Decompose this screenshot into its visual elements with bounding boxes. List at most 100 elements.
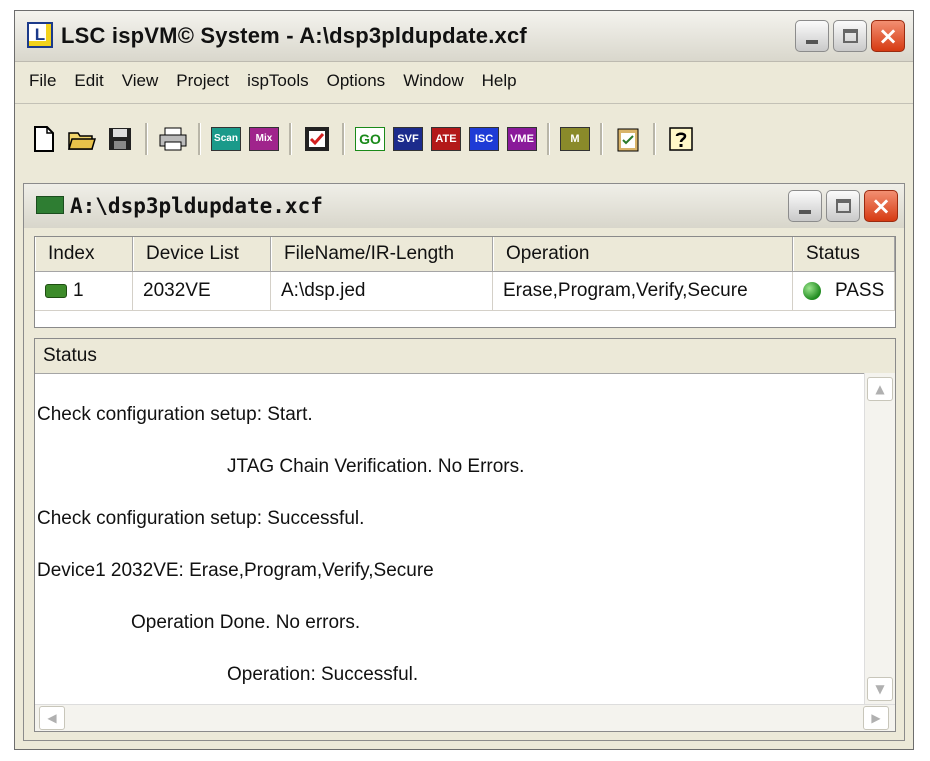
cell-status: PASS — [793, 272, 895, 310]
vertical-scrollbar[interactable]: ▲ ▼ — [864, 373, 895, 705]
project-window-title-bar[interactable]: A:\dsp3pldupdate.xcf × — [24, 184, 904, 228]
column-header-status[interactable]: Status — [793, 237, 895, 271]
clipboard-button[interactable] — [611, 122, 645, 156]
scan-icon: Scan — [211, 127, 241, 151]
scroll-down-icon[interactable]: ▼ — [867, 677, 893, 701]
scroll-right-icon[interactable]: ▶ — [863, 706, 889, 730]
menu-bar: File Edit View Project ispTools Options … — [15, 63, 913, 99]
vme-icon: VME — [507, 127, 537, 151]
table-row[interactable]: 1 2032VE A:\dsp.jed Erase,Program,Verify… — [35, 272, 895, 311]
menu-window[interactable]: Window — [397, 67, 469, 95]
mix-scan-icon: Mix — [249, 127, 279, 151]
app-logo-icon: L — [27, 22, 53, 48]
close-icon: × — [870, 192, 892, 220]
status-value: PASS — [835, 280, 885, 301]
log-line: Check configuration setup: Start. — [37, 404, 313, 425]
menu-view[interactable]: View — [116, 67, 165, 95]
project-window-controls: × — [788, 190, 898, 222]
log-line: Check configuration setup: Successful. — [37, 508, 365, 529]
scroll-up-icon[interactable]: ▲ — [867, 377, 893, 401]
chip-board-icon — [36, 196, 64, 214]
go-icon: GO — [355, 127, 385, 151]
maximize-icon — [842, 29, 858, 43]
toolbar: Scan Mix GO SVF ATE ISC VME M — [15, 103, 913, 174]
svf-icon: SVF — [393, 127, 423, 151]
floppy-disk-icon — [109, 128, 131, 150]
menu-isptools[interactable]: ispTools — [241, 67, 314, 95]
device-chip-icon — [45, 283, 67, 298]
project-window-title: A:\dsp3pldupdate.xcf — [70, 194, 323, 218]
clipboard-icon — [617, 128, 639, 152]
window-controls: × — [795, 20, 905, 52]
project-window: A:\dsp3pldupdate.xcf × Index Device List… — [23, 183, 905, 741]
pass-status-icon — [803, 281, 821, 300]
column-header-device-list[interactable]: Device List — [133, 237, 271, 271]
menu-file[interactable]: File — [23, 67, 62, 95]
project-minimize-button[interactable] — [788, 190, 822, 222]
minimize-icon — [799, 210, 811, 214]
log-line: Operation: Successful. — [227, 664, 419, 685]
ate-icon: ATE — [431, 127, 461, 151]
scroll-left-icon[interactable]: ◀ — [39, 706, 65, 730]
maximize-button[interactable] — [833, 20, 867, 52]
menu-project[interactable]: Project — [170, 67, 235, 95]
toolbar-separator — [145, 123, 148, 155]
new-file-icon — [34, 126, 54, 152]
toolbar-separator — [547, 123, 550, 155]
table-header: Index Device List FileName/IR-Length Ope… — [35, 237, 895, 272]
svf-button[interactable]: SVF — [391, 122, 425, 156]
m300-button[interactable]: M — [558, 122, 592, 156]
new-file-button[interactable] — [27, 122, 61, 156]
help-button[interactable] — [664, 122, 698, 156]
device-table: Index Device List FileName/IR-Length Ope… — [34, 236, 896, 328]
help-icon — [669, 127, 693, 151]
m300-icon: M — [560, 127, 590, 151]
toolbar-separator — [289, 123, 292, 155]
minimize-button[interactable] — [795, 20, 829, 52]
checklist-button[interactable] — [300, 122, 334, 156]
cell-operation: Erase,Program,Verify,Secure — [493, 272, 793, 310]
horizontal-scrollbar[interactable]: ◀ ▶ — [35, 704, 895, 731]
window-title: LSC ispVM© System - A:\dsp3pldupdate.xcf — [61, 23, 527, 48]
open-file-button[interactable] — [65, 122, 99, 156]
toolbar-separator — [653, 123, 656, 155]
mix-scan-button[interactable]: Mix — [247, 122, 281, 156]
scan-button[interactable]: Scan — [209, 122, 243, 156]
checklist-icon — [305, 127, 329, 151]
cell-index: 1 — [35, 272, 133, 310]
index-value: 1 — [73, 280, 84, 301]
app-window: L LSC ispVM© System - A:\dsp3pldupdate.x… — [14, 10, 914, 750]
close-button[interactable]: × — [871, 20, 905, 52]
project-maximize-button[interactable] — [826, 190, 860, 222]
toolbar-separator — [600, 123, 603, 155]
go-button[interactable]: GO — [353, 122, 387, 156]
status-panel: Status Check configuration setup: Start.… — [34, 338, 896, 732]
status-panel-header: Status — [35, 339, 895, 374]
isc-icon: ISC — [469, 127, 499, 151]
menu-help[interactable]: Help — [476, 67, 523, 95]
toolbar-separator — [342, 123, 345, 155]
status-log[interactable]: Check configuration setup: Start. JTAG C… — [35, 373, 865, 705]
menu-edit[interactable]: Edit — [68, 67, 109, 95]
print-button[interactable] — [156, 122, 190, 156]
open-folder-icon — [68, 132, 96, 150]
column-header-filename[interactable]: FileName/IR-Length — [271, 237, 493, 271]
maximize-icon — [835, 199, 851, 213]
cell-filename: A:\dsp.jed — [271, 272, 493, 310]
printer-icon — [159, 127, 187, 151]
isc-button[interactable]: ISC — [467, 122, 501, 156]
column-header-index[interactable]: Index — [35, 237, 133, 271]
log-line: Device1 2032VE: Erase,Program,Verify,Sec… — [37, 560, 434, 581]
save-button[interactable] — [103, 122, 137, 156]
title-bar[interactable]: L LSC ispVM© System - A:\dsp3pldupdate.x… — [15, 11, 913, 62]
minimize-icon — [806, 40, 818, 44]
close-icon: × — [877, 22, 899, 50]
column-header-operation[interactable]: Operation — [493, 237, 793, 271]
toolbar-separator — [198, 123, 201, 155]
menu-options[interactable]: Options — [321, 67, 392, 95]
project-close-button[interactable]: × — [864, 190, 898, 222]
log-line: Operation Done. No errors. — [131, 612, 361, 633]
cell-device: 2032VE — [133, 272, 271, 310]
vme-button[interactable]: VME — [505, 122, 539, 156]
ate-button[interactable]: ATE — [429, 122, 463, 156]
